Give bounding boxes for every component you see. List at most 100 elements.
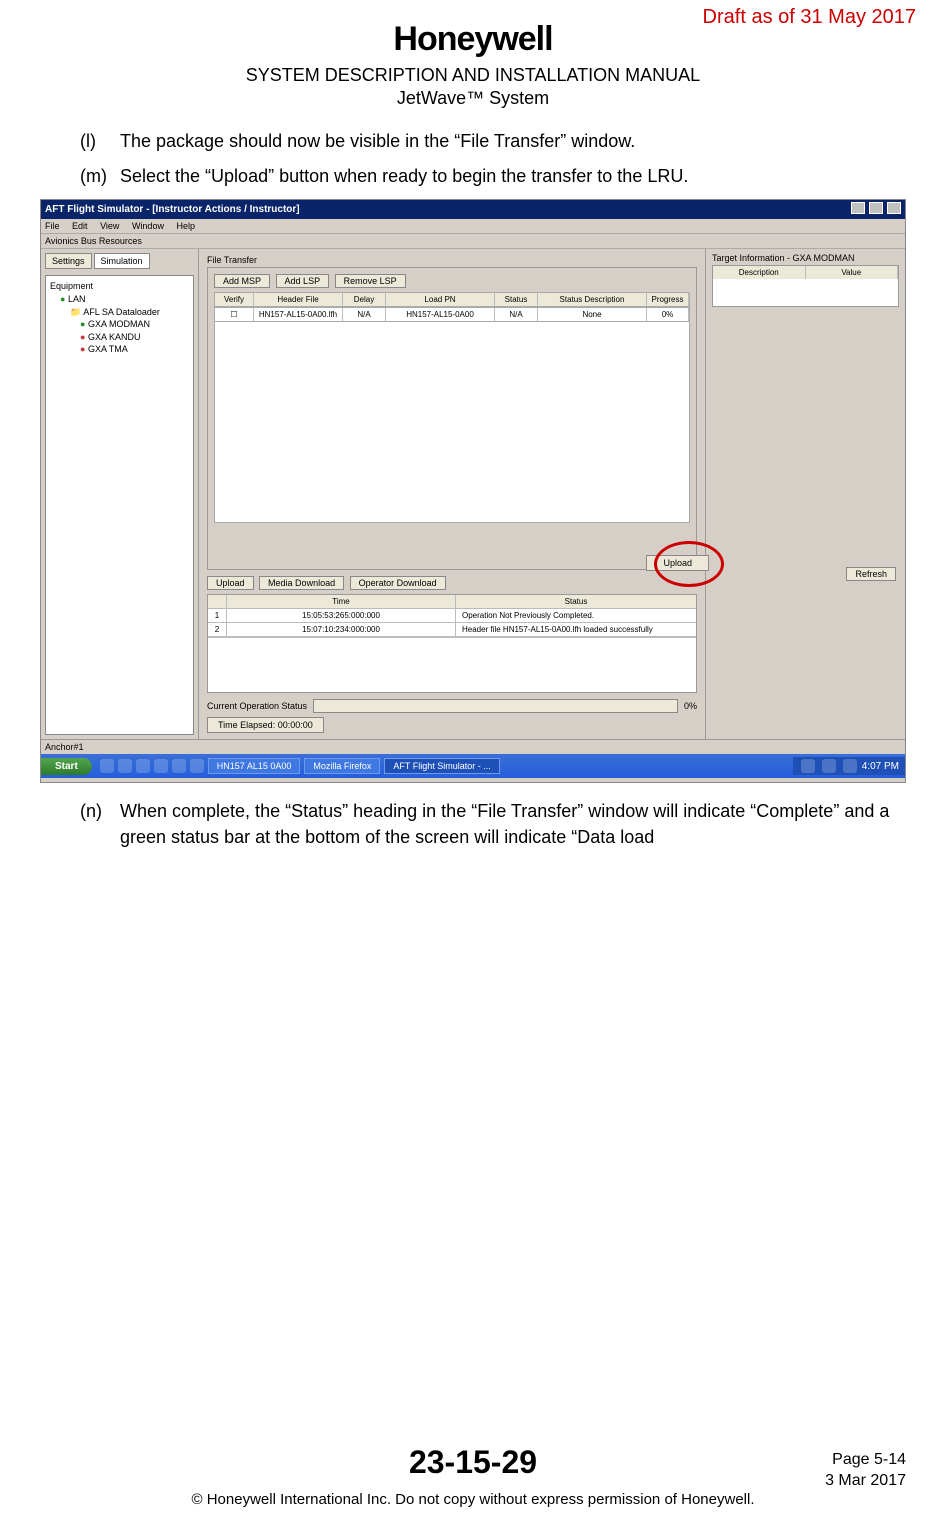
tab-upload[interactable]: Upload [207,576,254,590]
col-status-desc: Status Description [538,293,647,306]
start-button[interactable]: Start [41,758,92,775]
menu-bar[interactable]: File Edit View Window Help [41,219,905,234]
col-time: Time [227,595,456,608]
step-l: (l) The package should now be visible in… [80,129,906,154]
op-status-pct: 0% [684,701,697,711]
col-delay: Delay [343,293,386,306]
menu-view[interactable]: View [100,221,119,231]
ft-grid-header: Verify Header File Delay Load PN Status … [214,292,690,307]
page-footer: 23-15-29 Page 5-14 3 Mar 2017 © Honeywel… [40,1444,906,1508]
window-title: AFT Flight Simulator - [Instructor Actio… [45,204,300,215]
col-verify: Verify [215,293,254,306]
menu-file[interactable]: File [45,221,60,231]
cell-load-pn: HN157-AL15-0A00 [386,308,495,321]
taskbar[interactable]: Start HN157 AL15 0A00 Mozilla Firefox AF… [41,754,905,778]
taskbar-task-2[interactable]: Mozilla Firefox [304,758,380,774]
window-titlebar[interactable]: AFT Flight Simulator - [Instructor Actio… [41,200,905,219]
status-empty-area [208,637,696,692]
remove-lsp-button[interactable]: Remove LSP [335,274,406,288]
quicklaunch-icon[interactable] [118,759,132,773]
draft-stamp: Draft as of 31 May 2017 [703,6,916,29]
ti-col-desc: Description [713,266,806,279]
status-log-grid: Time Status 1 15:05:53:265:000:000 Opera… [207,594,697,693]
doc-subtitle: JetWave™ System [40,88,906,109]
ft-grid-row[interactable]: ☐ HN157-AL15-0A00.lfh N/A HN157-AL15-0A0… [214,307,690,322]
window-controls[interactable] [850,202,901,217]
copyright: © Honeywell International Inc. Do not co… [40,1491,906,1508]
menu-help[interactable]: Help [176,221,195,231]
time-elapsed-box: Time Elapsed: 00:00:00 [207,717,324,733]
minimize-icon[interactable] [851,202,865,214]
doc-title: SYSTEM DESCRIPTION AND INSTALLATION MANU… [40,65,906,86]
status-header: Time Status [208,595,696,609]
step-m-label: (m) [80,164,120,189]
op-status-progressbar [313,699,678,713]
page-date: 3 Mar 2017 [825,1471,906,1492]
tree-lan[interactable]: LAN [50,293,189,306]
tree-item-modman[interactable]: GXA MODMAN [50,318,189,331]
add-msp-button[interactable]: Add MSP [214,274,270,288]
cell-delay: N/A [343,308,386,321]
step-l-text: The package should now be visible in the… [120,129,906,154]
maximize-icon[interactable] [869,202,883,214]
step-n-label: (n) [80,799,120,849]
quicklaunch-icon[interactable] [100,759,114,773]
ft-grid-empty [214,322,690,523]
col-status-log: Status [456,595,696,608]
step-m-text: Select the “Upload” button when ready to… [120,164,906,189]
target-info-title: Target Information - GXA MODMAN [712,253,899,263]
refresh-button[interactable]: Refresh [846,567,896,581]
add-lsp-button[interactable]: Add LSP [276,274,330,288]
tray-icon[interactable] [801,759,815,773]
tree-item-tma[interactable]: GXA TMA [50,343,189,356]
anchor-bar: Anchor#1 [41,739,905,754]
quicklaunch-icon[interactable] [172,759,186,773]
col-progress: Progress [647,293,689,306]
step-l-label: (l) [80,129,120,154]
col-status: Status [495,293,538,306]
menu-window[interactable]: Window [132,221,164,231]
right-pane: Target Information - GXA MODMAN Descript… [705,249,905,739]
cell-verify[interactable]: ☐ [215,308,254,321]
clock: 4:07 PM [862,761,899,772]
tab-settings[interactable]: Settings [45,253,92,269]
system-tray[interactable]: 4:07 PM [793,757,905,775]
bottom-tabs: Upload Media Download Operator Download [207,576,697,590]
ti-col-value: Value [806,266,899,279]
status-row-2: 2 15:07:10:234:000:000 Header file HN157… [208,623,696,637]
op-status-row: Current Operation Status 0% [207,699,697,713]
device-tree[interactable]: Equipment LAN AFL SA Dataloader GXA MODM… [45,275,194,735]
tab-simulation[interactable]: Simulation [94,253,150,269]
doc-number: 23-15-29 [40,1444,906,1481]
quicklaunch-icon[interactable] [154,759,168,773]
file-transfer-label: File Transfer [207,255,697,265]
cell-header-file: HN157-AL15-0A00.lfh [254,308,343,321]
page-info: Page 5-14 3 Mar 2017 [825,1450,906,1492]
target-info-table: Description Value [712,265,899,307]
tree-root[interactable]: Equipment [50,280,189,293]
tray-icon[interactable] [822,759,836,773]
tab-operator-download[interactable]: Operator Download [350,576,446,590]
cell-progress: 0% [647,308,689,321]
upload-button[interactable]: Upload [646,555,709,571]
tree-item-kandu[interactable]: GXA KANDU [50,331,189,344]
taskbar-task-3[interactable]: AFT Flight Simulator - ... [384,758,499,774]
quicklaunch-icon[interactable] [190,759,204,773]
embedded-screenshot: AFT Flight Simulator - [Instructor Actio… [40,199,906,783]
cell-status: N/A [495,308,538,321]
menu-edit[interactable]: Edit [72,221,88,231]
col-header-file: Header File [254,293,343,306]
tree-dataloader[interactable]: AFL SA Dataloader [50,306,189,319]
ft-button-row: Add MSP Add LSP Remove LSP [214,274,690,288]
step-n-text: When complete, the “Status” heading in t… [120,799,906,849]
tray-icon[interactable] [843,759,857,773]
quicklaunch-icon[interactable] [136,759,150,773]
close-icon[interactable] [887,202,901,214]
status-row-1: 1 15:05:53:265:000:000 Operation Not Pre… [208,609,696,623]
workspace: Settings Simulation Equipment LAN AFL SA… [41,249,905,739]
taskbar-task-1[interactable]: HN157 AL15 0A00 [208,758,301,774]
left-tabs: Settings Simulation [45,253,194,269]
sub-toolbar: Avionics Bus Resources [41,234,905,249]
tab-media-download[interactable]: Media Download [259,576,344,590]
file-transfer-panel: Add MSP Add LSP Remove LSP Verify Header… [207,267,697,570]
